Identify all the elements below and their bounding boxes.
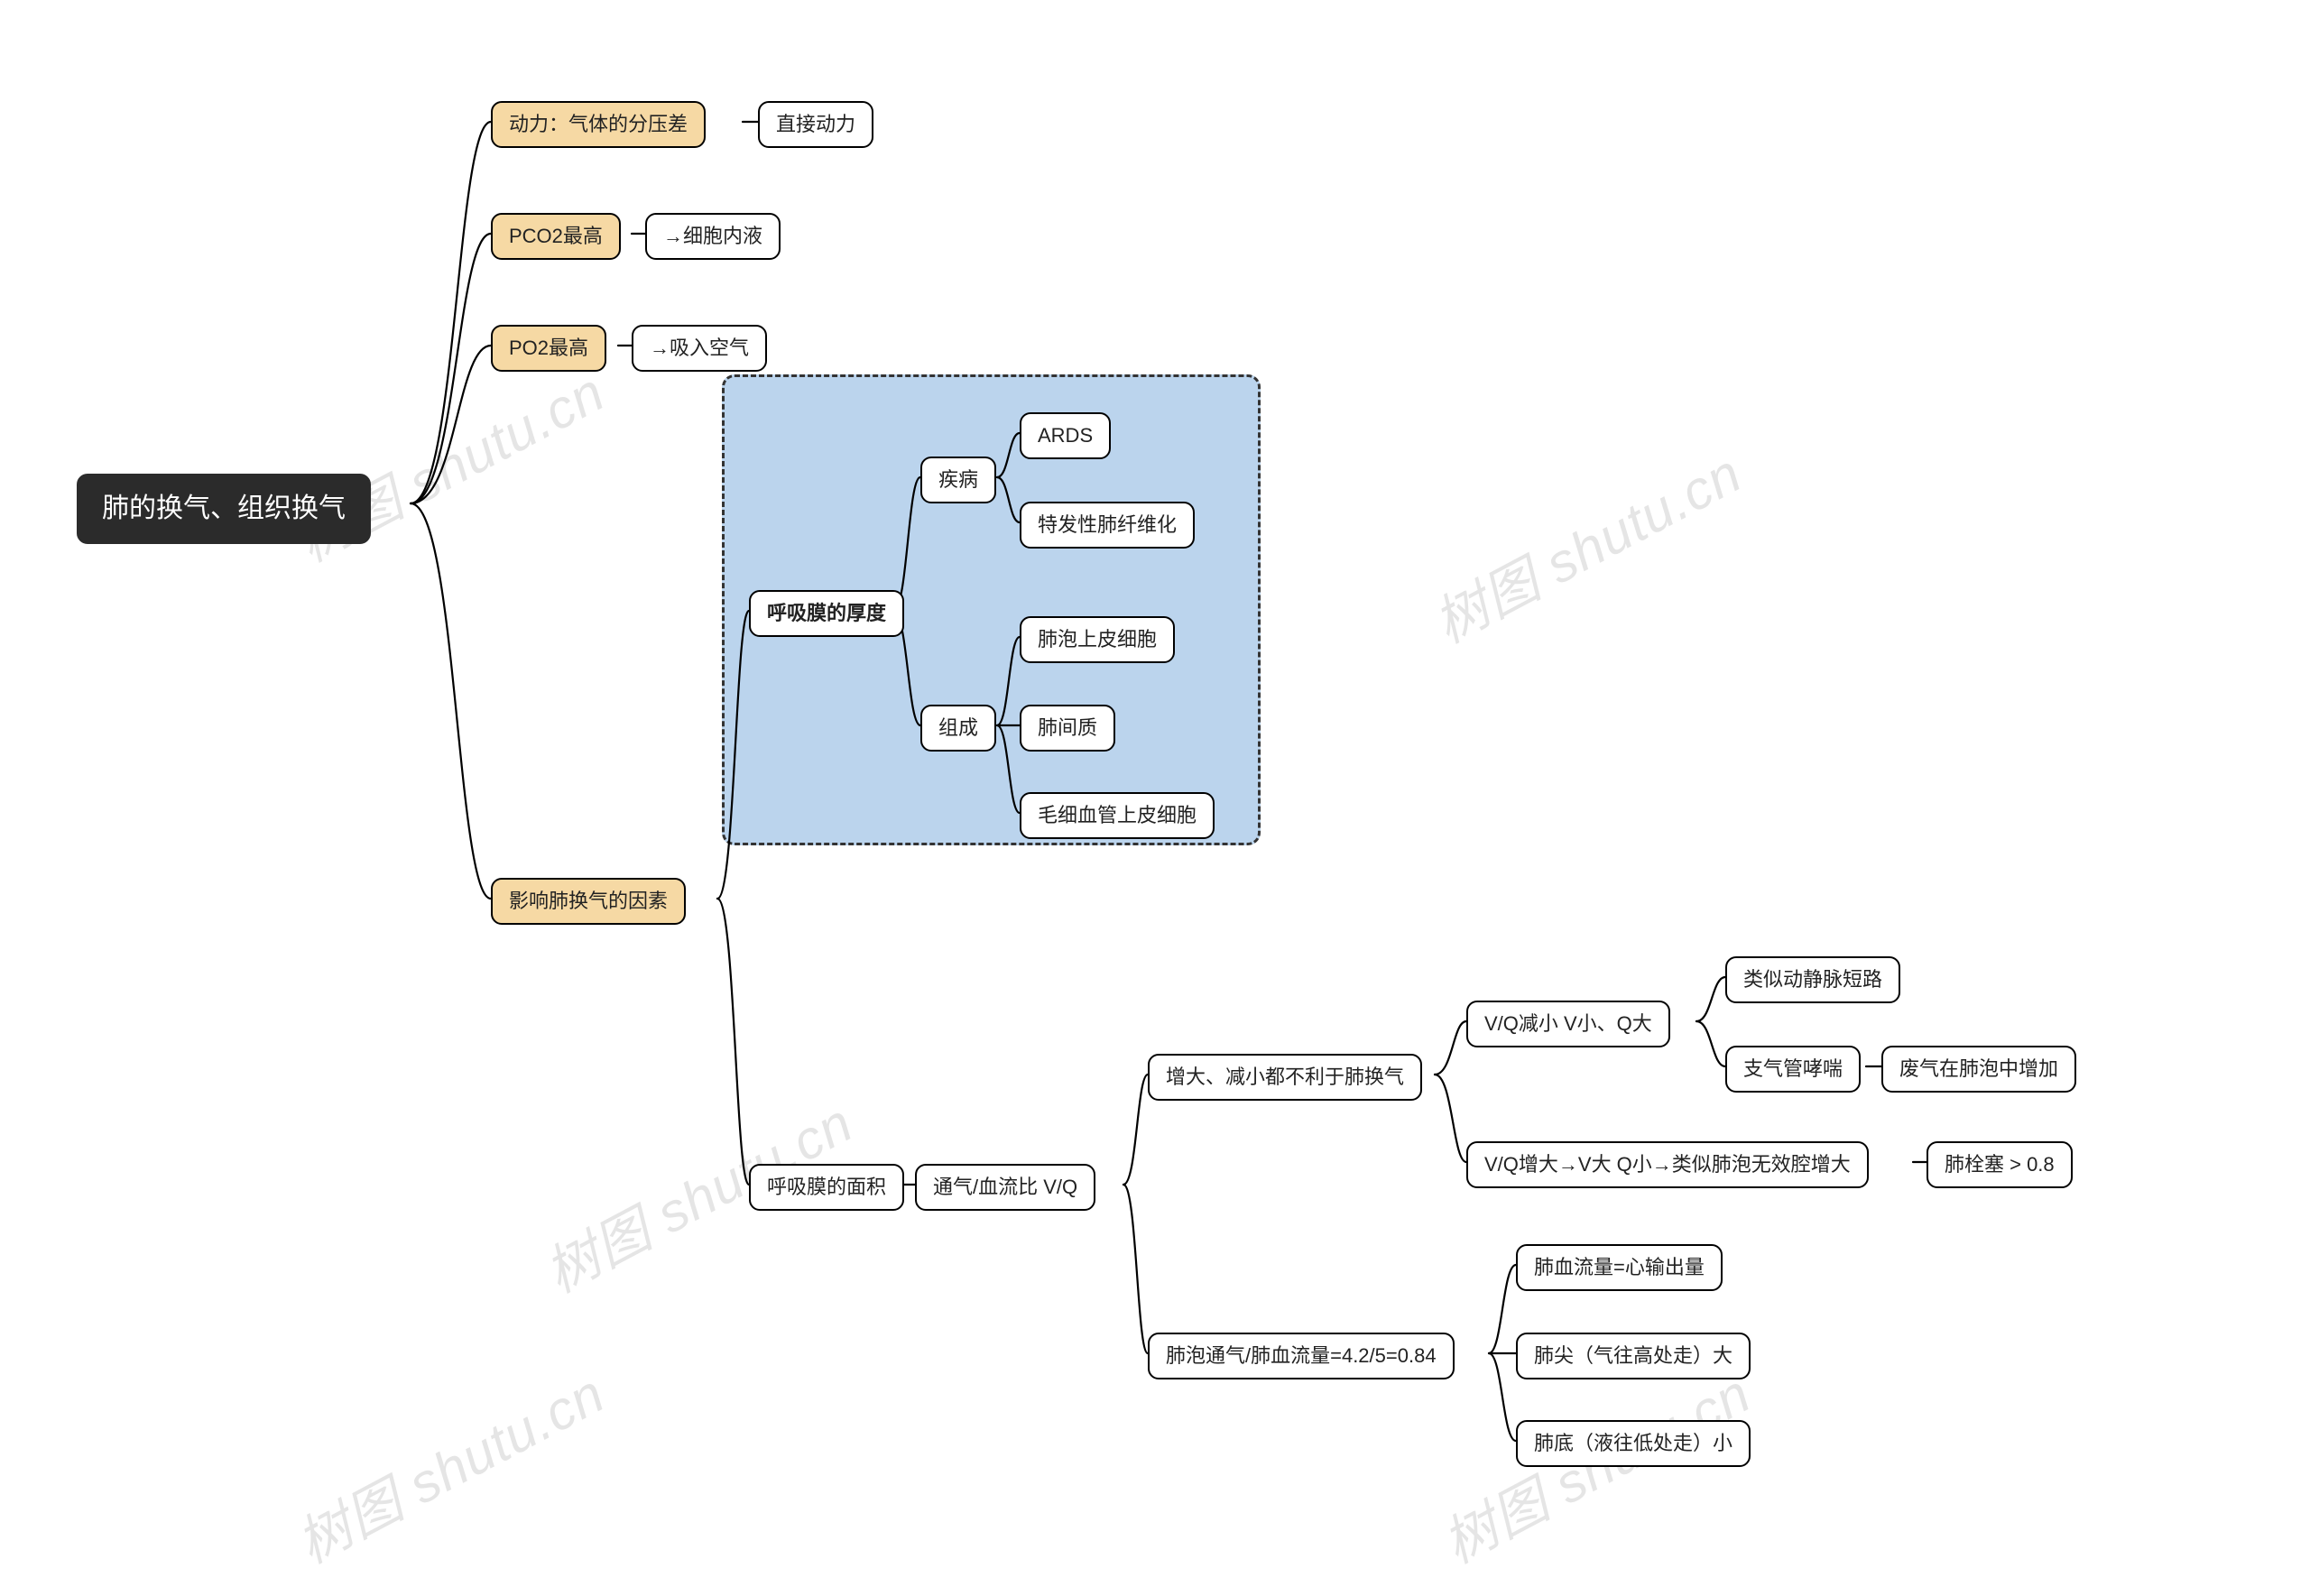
composition-node[interactable]: 组成 — [920, 705, 996, 752]
formula-label: 肺泡通气/肺血流量=4.2/5=0.84 — [1166, 1344, 1437, 1367]
po2-child[interactable]: →吸入空气 — [632, 325, 767, 372]
pco2-node[interactable]: PCO2最高 — [491, 213, 621, 260]
f3-label: 肺底（液往低处走）小 — [1534, 1432, 1732, 1454]
thickness-label: 呼吸膜的厚度 — [767, 602, 886, 624]
factors-label: 影响肺换气的因素 — [509, 890, 668, 912]
pco2-child[interactable]: →细胞内液 — [645, 213, 781, 260]
drive-child-label: 直接动力 — [776, 113, 855, 135]
disease-node[interactable]: 疾病 — [920, 457, 996, 503]
f1-label: 肺血流量=心输出量 — [1534, 1256, 1705, 1278]
ipf-label: 特发性肺纤维化 — [1038, 513, 1177, 536]
root-label: 肺的换气、组织换气 — [102, 494, 346, 523]
vq-small-node[interactable]: V/Q减小 V小、Q大 — [1466, 1001, 1670, 1047]
change-label: 增大、减小都不利于肺换气 — [1166, 1066, 1404, 1088]
formula-node[interactable]: 肺泡通气/肺血流量=4.2/5=0.84 — [1148, 1333, 1455, 1379]
ards-label: ARDS — [1038, 424, 1093, 447]
ipf-node[interactable]: 特发性肺纤维化 — [1020, 502, 1195, 549]
vq-small-label: V/Q减小 V小、Q大 — [1484, 1012, 1652, 1035]
pco2-child-label: →细胞内液 — [663, 225, 762, 247]
shunt-node[interactable]: 类似动静脉短路 — [1725, 956, 1900, 1003]
composition-label: 组成 — [938, 716, 978, 739]
vq-big-node[interactable]: V/Q增大→V大 Q小→类似肺泡无效腔增大 — [1466, 1141, 1869, 1188]
pco2-label: PCO2最高 — [509, 225, 603, 247]
shunt-label: 类似动静脉短路 — [1743, 968, 1882, 991]
change-node[interactable]: 增大、减小都不利于肺换气 — [1148, 1054, 1422, 1101]
vq-node[interactable]: 通气/血流比 V/Q — [915, 1164, 1095, 1211]
alveolar-epi-label: 肺泡上皮细胞 — [1038, 628, 1157, 650]
interstitium-label: 肺间质 — [1038, 716, 1097, 739]
area-node[interactable]: 呼吸膜的面积 — [749, 1164, 904, 1211]
interstitium-node[interactable]: 肺间质 — [1020, 705, 1115, 752]
capillary-epi-node[interactable]: 毛细血管上皮细胞 — [1020, 792, 1215, 839]
f2-node[interactable]: 肺尖（气往高处走）大 — [1516, 1333, 1751, 1379]
asthma-effect-node[interactable]: 废气在肺泡中增加 — [1881, 1046, 2076, 1093]
capillary-epi-label: 毛细血管上皮细胞 — [1038, 804, 1197, 826]
drive-child[interactable]: 直接动力 — [758, 101, 873, 148]
factors-node[interactable]: 影响肺换气的因素 — [491, 878, 686, 925]
pe-node[interactable]: 肺栓塞 > 0.8 — [1927, 1141, 2073, 1188]
vq-big-label: V/Q增大→V大 Q小→类似肺泡无效腔增大 — [1484, 1153, 1851, 1176]
alveolar-epi-node[interactable]: 肺泡上皮细胞 — [1020, 616, 1175, 663]
f1-node[interactable]: 肺血流量=心输出量 — [1516, 1244, 1723, 1291]
po2-child-label: →吸入空气 — [650, 337, 749, 359]
po2-label: PO2最高 — [509, 337, 588, 359]
f2-label: 肺尖（气往高处走）大 — [1534, 1344, 1732, 1367]
watermark: 树图 shutu.cn — [1418, 430, 1753, 659]
drive-node[interactable]: 动力：气体的分压差 — [491, 101, 706, 148]
asthma-label: 支气管哮喘 — [1743, 1057, 1843, 1080]
asthma-effect-label: 废气在肺泡中增加 — [1899, 1057, 2058, 1080]
f3-node[interactable]: 肺底（液往低处走）小 — [1516, 1420, 1751, 1467]
po2-node[interactable]: PO2最高 — [491, 325, 606, 372]
area-label: 呼吸膜的面积 — [767, 1176, 886, 1198]
ards-node[interactable]: ARDS — [1020, 412, 1111, 459]
watermark: 树图 shutu.cn — [281, 1351, 616, 1579]
pe-label: 肺栓塞 > 0.8 — [1945, 1153, 2055, 1176]
disease-label: 疾病 — [938, 468, 978, 491]
vq-label: 通气/血流比 V/Q — [933, 1176, 1077, 1198]
asthma-node[interactable]: 支气管哮喘 — [1725, 1046, 1861, 1093]
root-node[interactable]: 肺的换气、组织换气 — [77, 474, 371, 544]
thickness-node[interactable]: 呼吸膜的厚度 — [749, 590, 904, 637]
drive-label: 动力：气体的分压差 — [509, 113, 688, 135]
